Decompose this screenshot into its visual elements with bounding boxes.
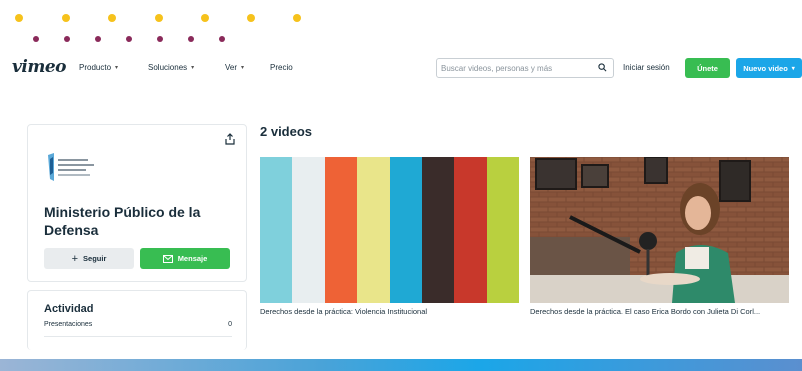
- chevron-down-icon: ▾: [241, 65, 245, 71]
- divider: [44, 336, 232, 337]
- nav-item-soluciones[interactable]: Soluciones ▾: [148, 63, 194, 72]
- dot: [188, 36, 194, 42]
- chevron-down-icon: ▾: [791, 65, 795, 72]
- organization-logo: [48, 153, 94, 181]
- color-bar: [292, 157, 325, 303]
- search-input[interactable]: [441, 61, 591, 75]
- dot: [201, 14, 209, 22]
- nav-item-label: Soluciones: [148, 63, 188, 72]
- nav-item-label: Precio: [270, 63, 293, 72]
- activity-title: Actividad: [44, 303, 94, 315]
- interview-scene: [530, 157, 789, 303]
- color-bar: [260, 157, 293, 303]
- dot: [108, 14, 116, 22]
- dot: [64, 36, 70, 42]
- share-icon[interactable]: [224, 133, 236, 145]
- chevron-down-icon: ▾: [191, 65, 195, 71]
- nav-item-label: Producto: [79, 63, 112, 72]
- color-bar: [421, 157, 455, 303]
- dot: [247, 14, 255, 22]
- activity-row[interactable]: Presentaciones 0: [44, 321, 232, 328]
- video-title-link[interactable]: Derechos desde la práctica: Violencia In…: [260, 307, 519, 316]
- color-bar: [324, 157, 358, 303]
- color-bar: [357, 157, 390, 303]
- nav-item-ver[interactable]: Ver ▾: [225, 63, 244, 72]
- color-bar: [454, 157, 487, 303]
- message-button-label: Mensaje: [177, 254, 208, 263]
- new-video-button[interactable]: Nuevo video ▾: [736, 58, 802, 78]
- message-button[interactable]: Mensaje: [140, 248, 230, 269]
- follow-button[interactable]: + Seguir: [44, 248, 134, 269]
- join-button[interactable]: Únete: [685, 58, 730, 78]
- nav-item-precio[interactable]: Precio: [270, 63, 293, 72]
- search-icon[interactable]: [598, 63, 607, 72]
- video-title-link[interactable]: Derechos desde la práctica. El caso Eric…: [530, 307, 792, 316]
- video-thumbnail-color-bars[interactable]: [260, 157, 519, 303]
- dot: [62, 14, 70, 22]
- activity-row-label: Presentaciones: [44, 321, 93, 328]
- color-bar: [389, 157, 422, 303]
- chevron-down-icon: ▾: [115, 65, 119, 71]
- plus-icon: +: [71, 252, 79, 265]
- nav-item-producto[interactable]: Producto ▾: [79, 63, 118, 72]
- join-button-label: Únete: [697, 63, 718, 73]
- dot: [157, 36, 163, 42]
- activity-row-value: 0: [228, 321, 232, 328]
- search-box: [436, 58, 614, 78]
- dot: [33, 36, 39, 42]
- vimeo-logo[interactable]: vimeo: [12, 57, 66, 77]
- videos-count-heading: 2 videos: [260, 124, 313, 139]
- dot: [293, 14, 301, 22]
- dot: [15, 14, 23, 22]
- dot: [126, 36, 132, 42]
- envelope-icon: [162, 254, 173, 263]
- top-nav: vimeo Producto ▾ Soluciones ▾ Ver ▾ Prec…: [0, 55, 802, 83]
- follow-button-label: Seguir: [83, 254, 107, 263]
- dot: [95, 36, 101, 42]
- dot: [155, 14, 163, 22]
- profile-name: Ministerio Público de la Defensa: [44, 204, 201, 238]
- video-thumbnail-interview[interactable]: [530, 157, 789, 303]
- bottom-decorative-strip: [0, 359, 802, 371]
- new-video-button-label: Nuevo video: [743, 63, 788, 73]
- decorative-dots: [0, 0, 340, 50]
- activity-card: Actividad Presentaciones 0: [27, 290, 247, 350]
- profile-card: Ministerio Público de la Defensa + Segui…: [27, 124, 247, 282]
- login-link[interactable]: Iniciar sesión: [623, 63, 670, 72]
- color-bar: [486, 157, 519, 303]
- dot: [219, 36, 225, 42]
- nav-item-label: Ver: [225, 63, 238, 72]
